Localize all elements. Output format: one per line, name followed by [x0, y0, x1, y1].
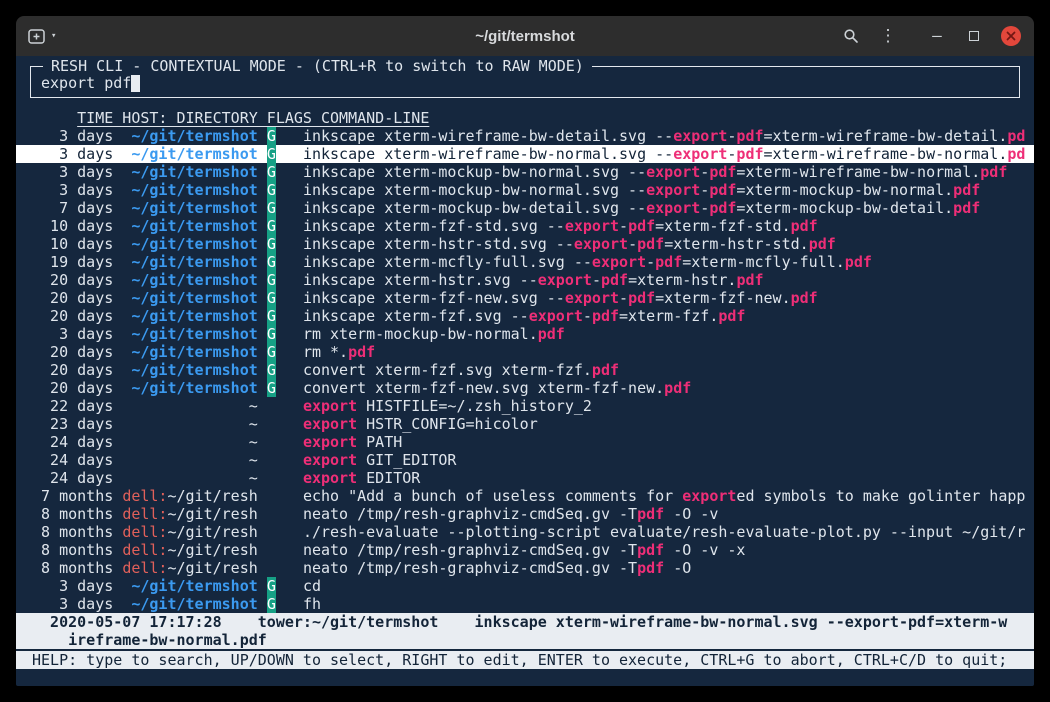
search-query-text: export pdf [41, 74, 131, 92]
minimize-button[interactable]: – [926, 23, 948, 49]
history-row[interactable]: 3 days ~/git/termshot G fh [16, 595, 1034, 613]
history-row[interactable]: 3 days ~/git/termshot G inkscape xterm-m… [16, 181, 1034, 199]
status-bar: 2020-05-07 17:17:28 tower:~/git/termshot… [16, 613, 1034, 649]
history-row[interactable]: 22 days ~ export HISTFILE=~/.zsh_history… [16, 397, 1034, 415]
new-tab-button[interactable]: ▾ [28, 23, 56, 49]
history-list: TIME HOST: DIRECTORY FLAGS COMMAND-LINE … [16, 109, 1034, 613]
close-button[interactable] [1000, 23, 1022, 49]
close-icon [1001, 26, 1021, 46]
history-row[interactable]: 3 days ~/git/termshot G rm xterm-mockup-… [16, 325, 1034, 343]
history-row[interactable]: 8 months dell:~/git/resh neato /tmp/resh… [16, 541, 1034, 559]
history-row[interactable]: 3 days ~/git/termshot G cd [16, 577, 1034, 595]
history-row[interactable]: 7 days ~/git/termshot G inkscape xterm-m… [16, 199, 1034, 217]
search-icon [843, 28, 859, 44]
menu-button[interactable]: ⋮ [877, 23, 899, 49]
history-header: TIME HOST: DIRECTORY FLAGS COMMAND-LINE [16, 109, 1034, 127]
history-row[interactable]: 20 days ~/git/termshot G inkscape xterm-… [16, 271, 1034, 289]
history-row[interactable]: 20 days ~/git/termshot G inkscape xterm-… [16, 289, 1034, 307]
mode-title: RESH CLI - CONTEXTUAL MODE - (CTRL+R to … [43, 57, 592, 75]
menu-kebab-icon: ⋮ [880, 28, 897, 45]
chevron-down-icon: ▾ [51, 31, 56, 41]
history-row[interactable]: 20 days ~/git/termshot G inkscape xterm-… [16, 307, 1034, 325]
new-tab-icon [28, 29, 45, 44]
search-input[interactable]: export pdf [41, 74, 1011, 92]
history-row[interactable]: 20 days ~/git/termshot G rm *.pdf [16, 343, 1034, 361]
history-row[interactable]: 7 months dell:~/git/resh echo "Add a bun… [16, 487, 1034, 505]
history-row[interactable]: 24 days ~ export GIT_EDITOR [16, 451, 1034, 469]
restore-button[interactable] [963, 23, 985, 49]
status-line-2: ireframe-bw-normal.pdf [16, 631, 1034, 649]
history-row[interactable]: 3 days ~/git/termshot G inkscape xterm-m… [16, 163, 1034, 181]
minimize-icon: – [932, 28, 942, 44]
history-row[interactable]: 20 days ~/git/termshot G convert xterm-f… [16, 379, 1034, 397]
history-row[interactable]: 8 months dell:~/git/resh neato /tmp/resh… [16, 505, 1034, 523]
history-row[interactable]: 24 days ~ export EDITOR [16, 469, 1034, 487]
search-box: RESH CLI - CONTEXTUAL MODE - (CTRL+R to … [30, 66, 1020, 98]
history-row[interactable]: 23 days ~ export HSTR_CONFIG=hicolor [16, 415, 1034, 433]
history-row[interactable]: 8 months dell:~/git/resh neato /tmp/resh… [16, 559, 1034, 577]
search-button[interactable] [840, 23, 862, 49]
history-row[interactable]: 20 days ~/git/termshot G convert xterm-f… [16, 361, 1034, 379]
history-row[interactable]: 8 months dell:~/git/resh ./resh-evaluate… [16, 523, 1034, 541]
history-row[interactable]: 24 days ~ export PATH [16, 433, 1034, 451]
terminal-screen: RESH CLI - CONTEXTUAL MODE - (CTRL+R to … [16, 56, 1034, 686]
window-title: ~/git/termshot [475, 28, 575, 45]
history-row[interactable]: 3 days ~/git/termshot G inkscape xterm-w… [16, 145, 1034, 163]
history-row[interactable]: 10 days ~/git/termshot G inkscape xterm-… [16, 217, 1034, 235]
titlebar: ▾ ~/git/termshot ⋮ – [16, 16, 1034, 56]
status-line-1: 2020-05-07 17:17:28 tower:~/git/termshot… [16, 613, 1034, 631]
restore-icon [969, 31, 979, 41]
text-cursor-block [131, 74, 140, 92]
history-row[interactable]: 19 days ~/git/termshot G inkscape xterm-… [16, 253, 1034, 271]
help-bar: HELP: type to search, UP/DOWN to select,… [16, 651, 1034, 669]
history-row[interactable]: 10 days ~/git/termshot G inkscape xterm-… [16, 235, 1034, 253]
history-row[interactable]: 3 days ~/git/termshot G inkscape xterm-w… [16, 127, 1034, 145]
